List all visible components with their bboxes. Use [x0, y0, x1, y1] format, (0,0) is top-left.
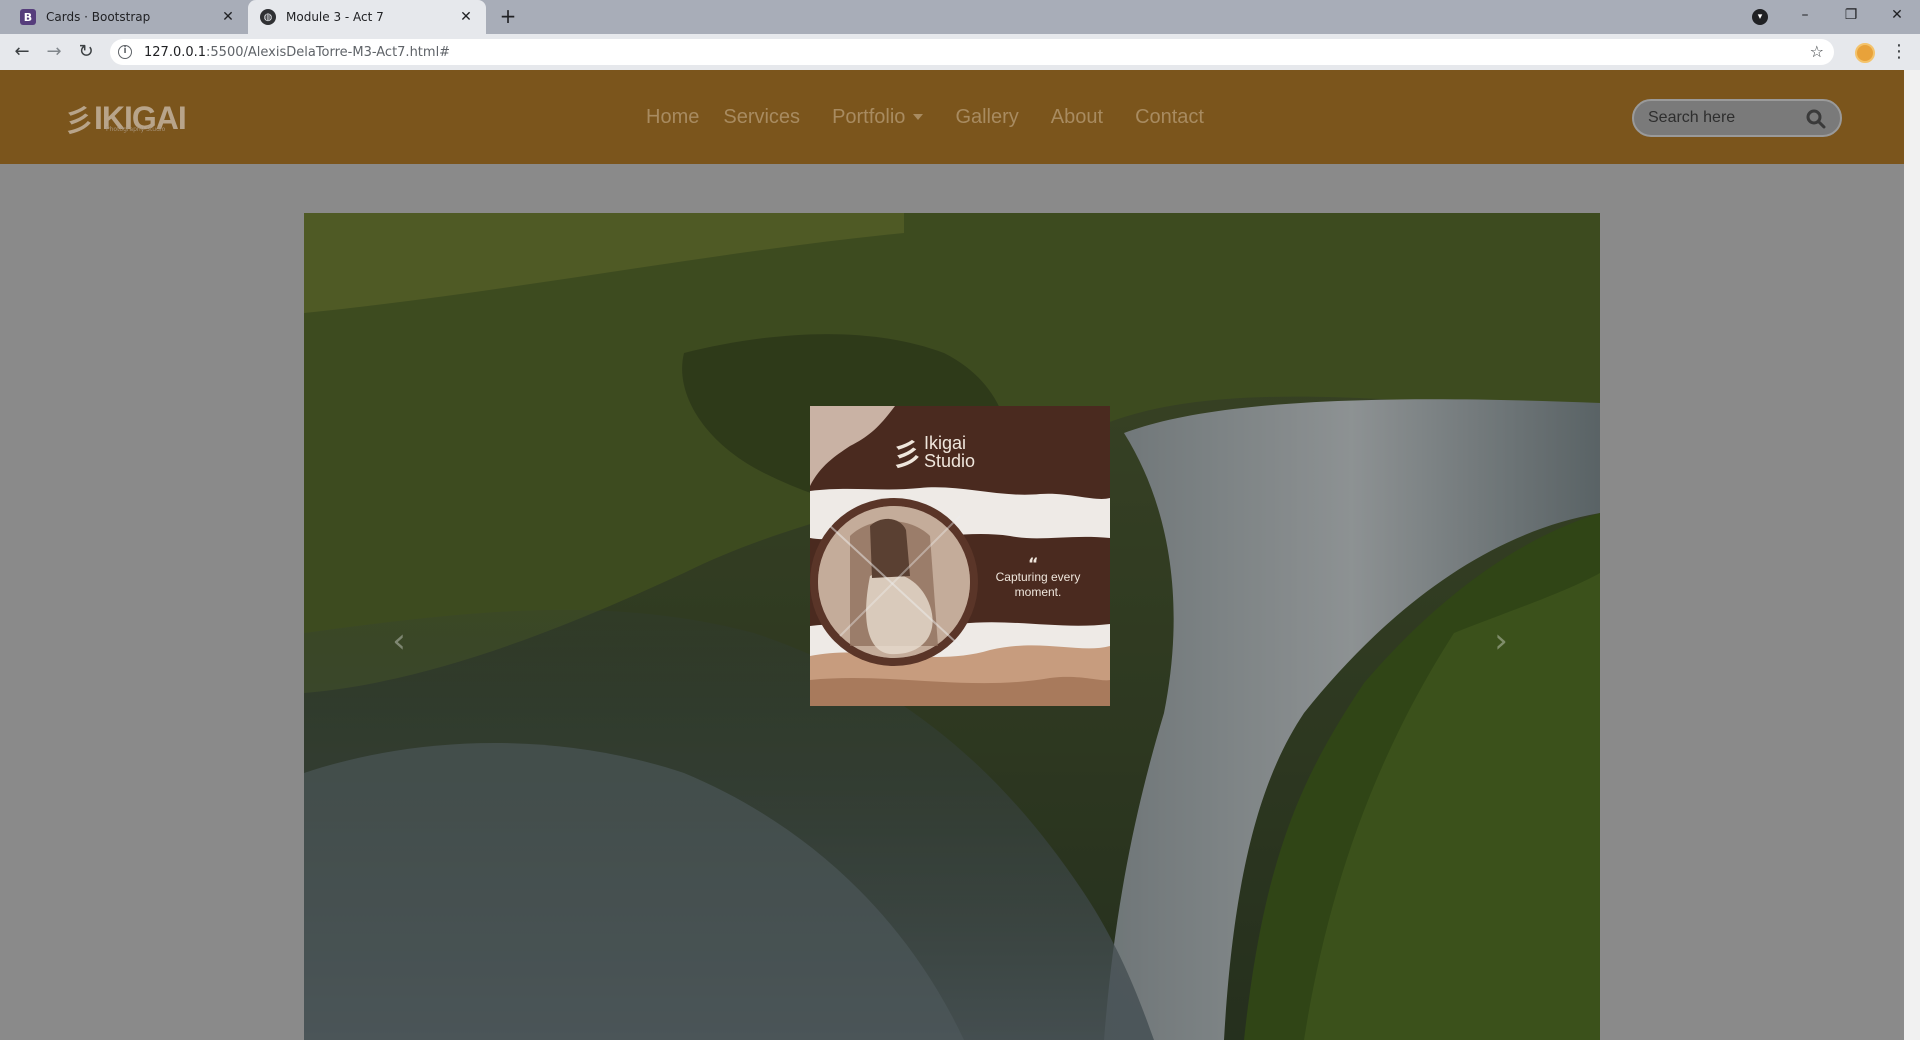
browser-tab-cards[interactable]: B Cards · Bootstrap ✕: [8, 0, 248, 34]
browser-toolbar: ← → ↻ i 127.0.0.1:5500/AlexisDelaTorre-M…: [0, 34, 1920, 70]
nav-link-contact[interactable]: Contact: [1135, 106, 1204, 129]
browser-tab-bar: B Cards · Bootstrap ✕ ◍ Module 3 - Act 7…: [0, 0, 1920, 34]
search-box: [1632, 99, 1842, 137]
url-path: :5500/AlexisDelaTorre-M3-Act7.html#: [206, 44, 451, 60]
nav-link-gallery[interactable]: Gallery: [955, 106, 1018, 129]
nav-links: Home Services Portfolio Gallery About Co…: [646, 70, 1228, 164]
back-arrow-icon[interactable]: ←: [10, 40, 34, 64]
forward-arrow-icon[interactable]: →: [42, 40, 66, 64]
carousel-next-icon[interactable]: ›: [1486, 623, 1516, 659]
browser-tab-module3[interactable]: ◍ Module 3 - Act 7 ✕: [248, 0, 486, 34]
tab-search-icon[interactable]: ▾: [1752, 9, 1768, 25]
nav-dropdown-portfolio[interactable]: Portfolio: [832, 106, 923, 129]
page-viewport: 彡 IKIGAI Photography Studio Home Service…: [0, 70, 1904, 1040]
close-tab-icon[interactable]: ✕: [458, 9, 474, 25]
search-icon[interactable]: [1806, 109, 1826, 129]
new-tab-button[interactable]: +: [496, 5, 520, 29]
brand-title-line1: Ikigai: [924, 433, 967, 453]
bookmark-star-icon[interactable]: ☆: [1810, 42, 1824, 61]
minimize-icon[interactable]: –: [1782, 0, 1828, 30]
brand-title-line2: Studio: [924, 451, 976, 471]
reload-icon[interactable]: ↻: [74, 40, 98, 64]
page-scrollbar[interactable]: [1904, 70, 1920, 1040]
site-navbar: 彡 IKIGAI Photography Studio Home Service…: [0, 70, 1904, 164]
nav-link-home[interactable]: Home: [646, 106, 699, 129]
modal-brand: 彡 Ikigai Studio: [892, 430, 975, 474]
restore-icon[interactable]: ❐: [1828, 0, 1874, 30]
nav-link-services[interactable]: Services: [723, 106, 800, 129]
close-tab-icon[interactable]: ✕: [220, 9, 236, 25]
modal-image-card: 彡 Ikigai Studio “ Capturing every moment…: [810, 406, 1110, 706]
close-window-icon[interactable]: ✕: [1874, 0, 1920, 30]
tagline-quote: Capturing every moment.: [995, 570, 1081, 599]
tab-title: Module 3 - Act 7: [286, 10, 384, 24]
brand-mark-icon: 彡: [892, 438, 922, 473]
logo-subtitle: Photography Studio: [106, 126, 166, 133]
bootstrap-favicon-icon: B: [20, 9, 36, 25]
globe-icon: ◍: [260, 9, 276, 25]
nav-link-about[interactable]: About: [1051, 106, 1103, 129]
site-logo[interactable]: 彡 IKIGAI Photography Studio: [64, 96, 187, 140]
window-controls: – ❐ ✕: [1782, 0, 1920, 34]
site-info-icon[interactable]: i: [118, 45, 132, 59]
tab-title: Cards · Bootstrap: [46, 10, 151, 24]
profile-avatar[interactable]: [1855, 43, 1875, 63]
url-host: 127.0.0.1: [144, 44, 207, 60]
search-input[interactable]: [1648, 109, 1798, 127]
address-bar[interactable]: i 127.0.0.1:5500/AlexisDelaTorre-M3-Act7…: [110, 39, 1834, 65]
brand-title: Ikigai Studio: [924, 434, 975, 470]
logo-mark-icon: 彡: [64, 104, 94, 139]
browser-menu-icon[interactable]: ⋮: [1890, 40, 1908, 64]
carousel-prev-icon[interactable]: ‹: [384, 623, 414, 659]
